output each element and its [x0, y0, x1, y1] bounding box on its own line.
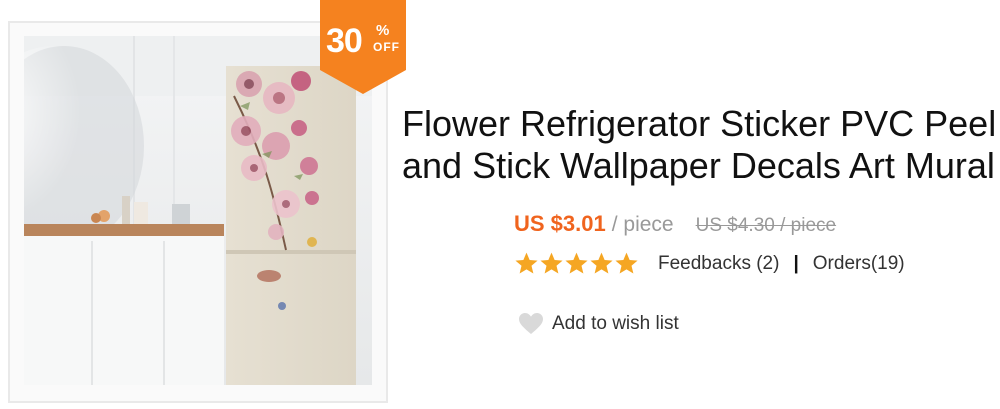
- rating-row: Feedbacks (2) | Orders(19): [514, 251, 905, 276]
- product-title-line-2[interactable]: and Stick Wallpaper Decals Art Mural: [402, 145, 998, 187]
- current-price: US $3.01: [514, 211, 606, 236]
- discount-percent-sign: %: [376, 22, 390, 39]
- star-icon: [540, 252, 563, 274]
- star-icon: [515, 252, 538, 274]
- rating-separator: |: [793, 252, 799, 274]
- feedbacks-link[interactable]: Feedbacks (2): [658, 253, 779, 275]
- orders-link[interactable]: Orders(19): [813, 253, 905, 275]
- product-title-line-1[interactable]: Flower Refrigerator Sticker PVC Peel: [402, 103, 998, 145]
- star-icon: [615, 252, 638, 274]
- product-title[interactable]: Flower Refrigerator Sticker PVC Peel and…: [402, 103, 998, 187]
- add-to-wishlist-label: Add to wish list: [552, 312, 679, 334]
- price-row: US $3.01/ piece US $4.30 / piece: [514, 211, 836, 237]
- price-unit: / piece: [611, 213, 674, 236]
- original-price: US $4.30 / piece: [695, 215, 837, 236]
- discount-badge: 30 % OFF: [320, 0, 406, 96]
- discount-off-label: OFF: [373, 40, 400, 54]
- star-rating: [514, 251, 639, 276]
- discount-percent-value: 30: [326, 22, 363, 60]
- heart-icon: [519, 313, 543, 334]
- star-icon: [565, 252, 588, 274]
- star-icon: [590, 252, 613, 274]
- add-to-wishlist-button[interactable]: Add to wish list: [518, 312, 679, 335]
